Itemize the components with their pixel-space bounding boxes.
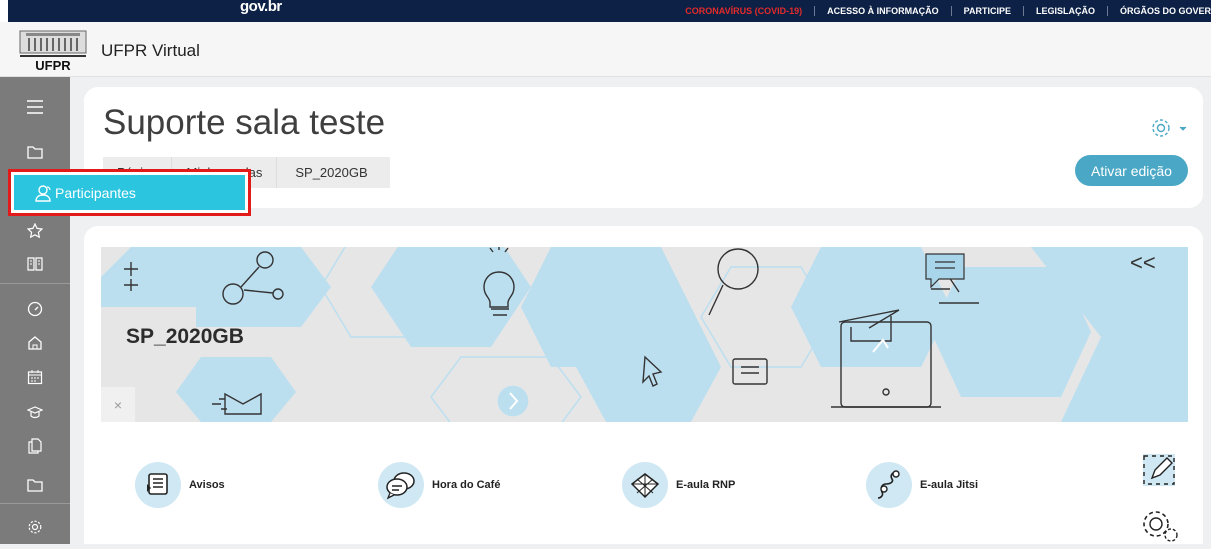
folder-icon[interactable] (25, 475, 45, 495)
participants-label: Participantes (55, 184, 136, 201)
participants-menu-item[interactable]: Participantes (14, 175, 245, 210)
star-icon[interactable] (25, 221, 45, 241)
dashboard-icon[interactable] (25, 299, 45, 319)
gov-link-participe[interactable]: PARTICIPE (952, 6, 1024, 16)
ufpr-logo-text: UFPR (35, 58, 71, 73)
site-name[interactable]: UFPR Virtual (101, 41, 200, 61)
gear-icon[interactable] (25, 517, 45, 537)
tile-e-aula-rnp[interactable]: E-aula RNP (622, 460, 735, 510)
gov-link-covid[interactable]: CORONAVÍRUS (COVID-19) (673, 6, 816, 16)
menu-icon[interactable] (25, 97, 45, 117)
banner-close-icon[interactable]: × (101, 387, 135, 422)
enable-editing-button[interactable]: Ativar edição (1075, 155, 1188, 186)
course-banner (101, 247, 1188, 422)
gov-links: CORONAVÍRUS (COVID-19) ACESSO À INFORMAÇ… (673, 6, 1211, 16)
banner-title: SP_2020GB (126, 325, 244, 348)
chat-icon (378, 462, 424, 508)
sidebar-divider (0, 503, 70, 504)
gov-link-legislacao[interactable]: LEGISLAÇÃO (1024, 6, 1108, 16)
gov-link-acesso[interactable]: ACESSO À INFORMAÇÃO (815, 6, 952, 16)
calendar-icon[interactable] (25, 367, 45, 387)
gov-bar: gov.br CORONAVÍRUS (COVID-19) ACESSO À I… (0, 0, 1211, 22)
tile-label: E-aula Jitsi (920, 479, 979, 491)
tile-label: Avisos (189, 479, 225, 491)
tile-avisos[interactable]: Avisos (135, 460, 225, 510)
home-icon[interactable] (25, 333, 45, 353)
page-title: Suporte sala teste (103, 103, 386, 142)
ufpr-logo[interactable]: UFPR (18, 29, 88, 73)
sidebar-divider (0, 283, 70, 284)
left-sidebar (0, 77, 70, 544)
rnp-icon (622, 462, 668, 508)
participants-highlight-box: Participantes (8, 169, 251, 216)
folder-icon[interactable] (25, 142, 45, 162)
top-navbar: UFPR UFPR Virtual (0, 22, 1211, 77)
tile-hora-do-cafe[interactable]: Hora do Café (378, 460, 500, 510)
jitsi-icon (866, 462, 912, 508)
gov-logo[interactable]: gov.br (240, 0, 282, 14)
announcement-icon (135, 462, 181, 508)
tile-e-aula-jitsi[interactable]: E-aula Jitsi (866, 460, 978, 510)
breadcrumb-item-course[interactable]: SP_2020GB (277, 165, 389, 180)
course-settings-gear-icon[interactable] (1150, 117, 1188, 144)
files-icon[interactable] (25, 436, 45, 456)
gov-link-orgaos[interactable]: ÓRGÃOS DO GOVER (1108, 6, 1211, 16)
settings-cogs-icon[interactable] (1138, 506, 1182, 549)
book-icon[interactable] (25, 254, 45, 274)
tile-label: Hora do Café (432, 479, 501, 491)
participants-icon (35, 184, 51, 202)
tile-label: E-aula RNP (676, 479, 736, 491)
collapse-icon[interactable]: << (1130, 250, 1156, 276)
edit-pencil-icon[interactable] (1138, 450, 1182, 495)
graduation-cap-icon[interactable] (25, 402, 45, 422)
